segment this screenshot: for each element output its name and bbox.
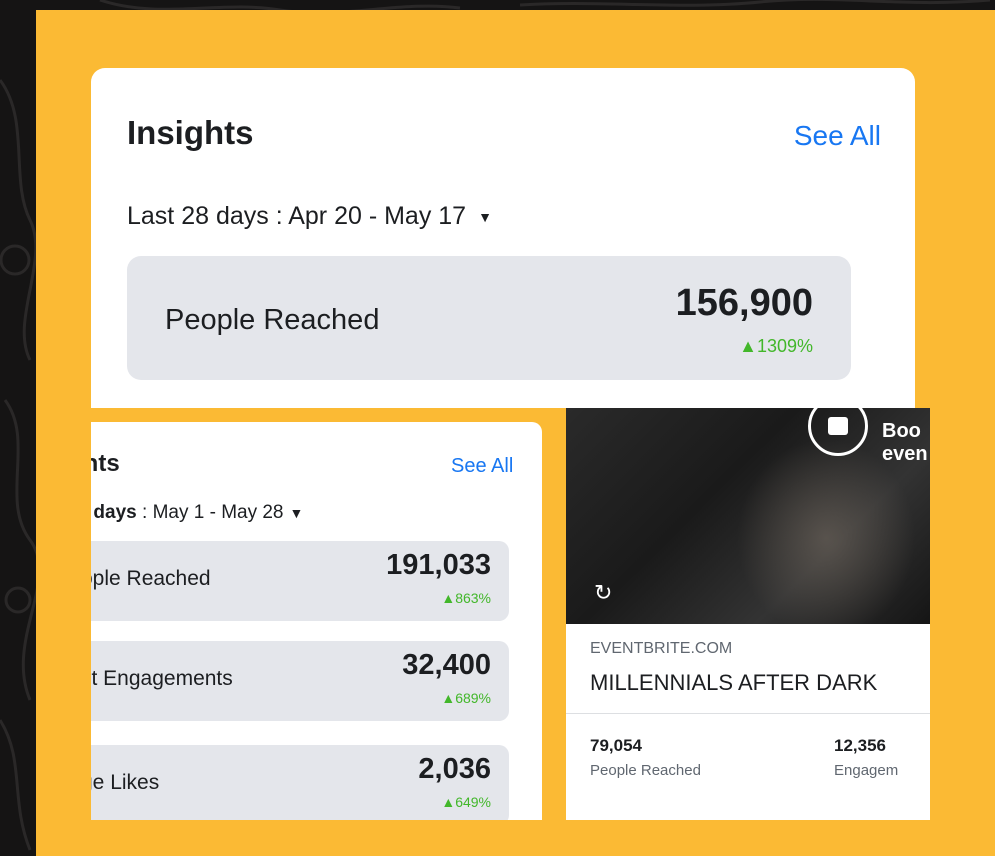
stat-delta-value: 863% xyxy=(455,590,491,606)
metric-value: 79,054 xyxy=(590,736,642,755)
insights-title: Insights xyxy=(127,114,254,151)
metric-value: 12,356 xyxy=(834,736,886,755)
see-all-link[interactable]: See All xyxy=(794,120,881,152)
event-post-card[interactable]: Boo even ↻ EVENTBRITE.COM MILLENNIALS AF… xyxy=(566,408,930,820)
triangle-up-icon: ▲ xyxy=(441,690,456,706)
stat-delta: ▲863% xyxy=(441,590,491,606)
stat-label: st Engagements xyxy=(91,667,233,690)
stat-delta-value: 649% xyxy=(455,794,491,810)
triangle-up-icon: ▲ xyxy=(739,336,757,356)
stat-delta: ▲1309% xyxy=(739,336,813,357)
stat-label: ople Reached xyxy=(91,567,211,590)
date-range-days: 28 days xyxy=(91,502,137,523)
date-range-label: Last 28 days : Apr 20 - May 17 xyxy=(127,202,467,230)
people-reached-stat[interactable]: ople Reached 191,033 ▲863% xyxy=(91,541,509,621)
insights-card-primary: Insights See All Last 28 days : Apr 20 -… xyxy=(91,68,915,408)
triangle-up-icon: ▲ xyxy=(441,794,456,810)
divider xyxy=(566,713,930,714)
metric-people-reached: 79,054 People Reached xyxy=(590,736,701,779)
stat-delta-value: 1309% xyxy=(756,336,813,356)
caret-down-icon: ▼ xyxy=(289,505,304,521)
cta-text[interactable]: Boo even xyxy=(882,420,928,466)
people-reached-stat[interactable]: People Reached 156,900 ▲1309% xyxy=(127,256,851,380)
stat-delta: ▲649% xyxy=(441,794,491,810)
stat-value: 32,400 xyxy=(402,649,491,681)
cta-line-1: Boo xyxy=(882,420,921,442)
stat-value: 2,036 xyxy=(418,753,491,785)
stat-value: 156,900 xyxy=(675,282,813,324)
stat-label: People Reached xyxy=(165,304,380,336)
insights-card-secondary: ghts See All 28 days : May 1 - May 28 ▼ o… xyxy=(91,422,542,820)
metric-label: People Reached xyxy=(590,762,701,779)
page-likes-stat[interactable]: ge Likes 2,036 ▲649% xyxy=(91,745,509,820)
link-domain: EVENTBRITE.COM xyxy=(590,640,733,657)
date-range-dropdown[interactable]: 28 days : May 1 - May 28 ▼ xyxy=(91,502,303,524)
replay-icon[interactable]: ↻ xyxy=(594,580,612,606)
metric-label: Engagem xyxy=(834,762,899,779)
see-all-link[interactable]: See All xyxy=(451,455,513,478)
metric-engagements: 12,356 Engagem xyxy=(834,736,898,779)
caret-down-icon: ▼ xyxy=(478,208,492,225)
stat-delta-value: 689% xyxy=(455,690,491,706)
post-engagements-stat[interactable]: st Engagements 32,400 ▲689% xyxy=(91,641,509,721)
stat-label: ge Likes xyxy=(91,771,160,794)
link-headline[interactable]: MILLENNIALS AFTER DARK xyxy=(590,670,877,696)
insights-title: ghts xyxy=(91,450,120,477)
stat-value: 191,033 xyxy=(386,549,491,581)
cta-line-2: even xyxy=(882,443,928,465)
event-media[interactable]: Boo even ↻ xyxy=(566,408,930,624)
date-range-dates: : May 1 - May 28 xyxy=(136,502,284,523)
triangle-up-icon: ▲ xyxy=(441,590,456,606)
stat-delta: ▲689% xyxy=(441,690,491,706)
date-range-dropdown[interactable]: Last 28 days : Apr 20 - May 17 ▼ xyxy=(127,202,492,231)
